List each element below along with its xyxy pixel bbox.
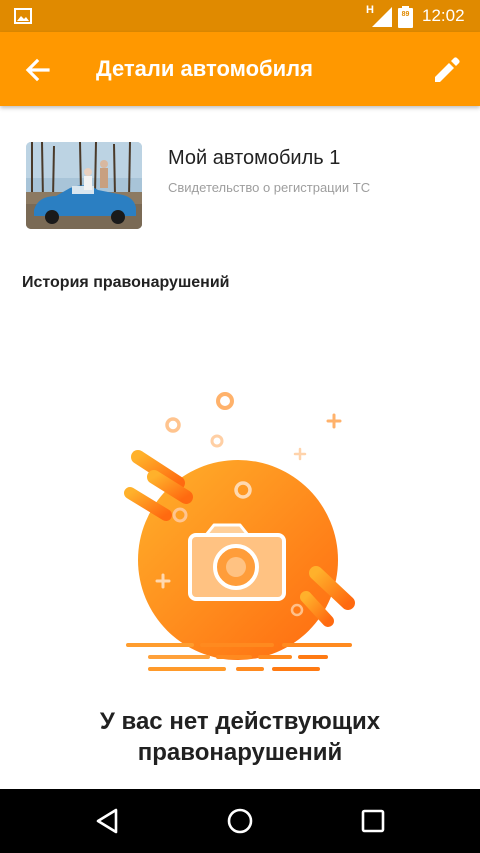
empty-camera-illustration bbox=[124, 392, 355, 671]
page-title: Детали автомобиля bbox=[96, 56, 313, 81]
system-nav-bar bbox=[0, 789, 480, 853]
home-circle-icon[interactable] bbox=[224, 805, 256, 837]
empty-state-line-1: У вас нет действующих bbox=[99, 708, 381, 735]
image-notification-icon bbox=[14, 8, 32, 24]
back-triangle-icon[interactable] bbox=[91, 805, 123, 837]
camera-icon bbox=[188, 523, 286, 601]
car-card[interactable]: Мой автомобиль 1 Свидетельство о регистр… bbox=[0, 130, 480, 240]
car-registration-subtitle: Свидетельство о регистрации ТС bbox=[168, 180, 371, 195]
history-section-title: История правонарушений bbox=[22, 274, 230, 291]
signal-icon bbox=[372, 7, 392, 27]
recents-square-icon[interactable] bbox=[357, 805, 389, 837]
arrow-back-icon[interactable] bbox=[20, 53, 54, 87]
pencil-icon[interactable] bbox=[430, 53, 464, 87]
app-bar: Детали автомобиля bbox=[0, 32, 480, 106]
status-clock: 12:02 bbox=[422, 6, 465, 25]
car-photo bbox=[26, 142, 142, 229]
car-name: Мой автомобиль 1 bbox=[168, 147, 341, 169]
empty-state-line-2: правонарушений bbox=[137, 739, 343, 766]
status-bar: H 89 12:02 bbox=[0, 0, 480, 32]
battery-level: 89 bbox=[401, 11, 410, 18]
empty-state-message: У вас нет действующих правонарушений bbox=[0, 706, 480, 768]
